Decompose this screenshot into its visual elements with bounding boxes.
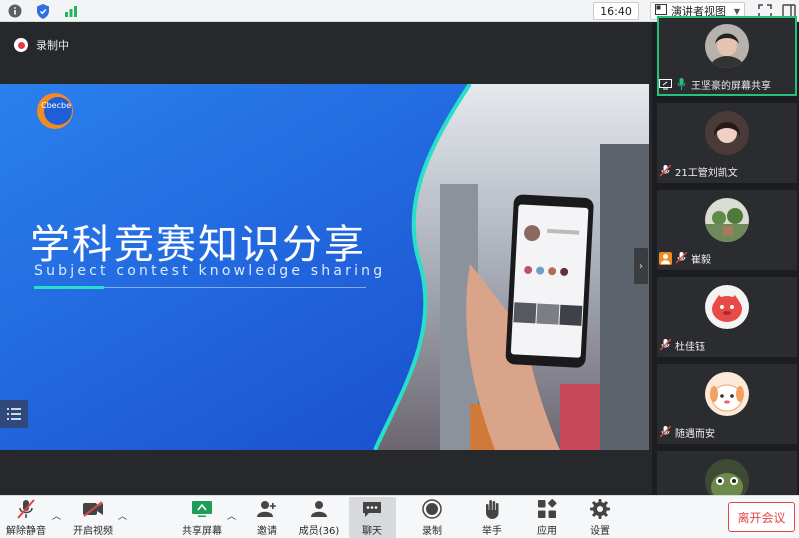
avatar [705,198,749,242]
meeting-toolbar: 解除静音 ︿ 开启视频 ︿ 共享屏幕 ︿ 邀请 成员(36) 聊天 录制 举手 … [0,495,799,538]
slide-title: 学科竞赛知识分享 [30,222,366,268]
shared-screen-area: 录制中 Cbecbe 学科竞赛知识分享 Subject contest know… [0,22,652,495]
participant-tile[interactable] [657,451,797,495]
raise-hand-button[interactable]: 举手 [478,498,506,538]
mic-on-icon [675,78,688,91]
participant-name: 杜佳钰 [675,341,705,353]
chevron-right-icon: › [639,260,643,272]
unmute-label: 解除静音 [6,526,46,537]
participant-tile[interactable]: 21工管刘凯文 [657,103,797,183]
members-label: 成员(36) [298,526,340,537]
chevron-up-icon[interactable]: ︿ [227,509,236,522]
raise-hand-label: 举手 [482,526,502,537]
participant-tile[interactable]: 王坚豪的屏幕共享 [657,16,797,96]
participant-name: 王坚豪的屏幕共享 [691,80,771,92]
slide-list-button[interactable] [0,400,28,428]
members-button[interactable]: 成员(36) [299,498,339,538]
participant-namebar: 21工管刘凯文 [659,163,738,179]
presentation-slide: Cbecbe 学科竞赛知识分享 Subject contest knowledg… [0,84,649,450]
record-dot-icon [14,38,28,52]
participant-name: 21工管刘凯文 [675,167,738,179]
screen-share-icon [659,78,672,91]
mic-muted-icon [14,498,38,520]
slide-subtitle: Subject contest knowledge sharing [34,263,386,279]
shield-icon[interactable] [35,3,51,19]
share-screen-icon [190,498,214,520]
user-icon [659,251,672,265]
start-video-label: 开启视频 [73,526,113,537]
avatar [705,459,749,495]
chevron-down-icon: ▼ [733,6,740,16]
participant-namebar: 崔毅 [659,250,711,266]
avatar [705,372,749,416]
info-icon[interactable] [7,3,23,19]
mic-muted-icon [659,165,672,178]
settings-button[interactable]: 设置 [586,498,614,538]
slide-accent-line [34,286,104,289]
apps-button[interactable]: 应用 [533,498,561,538]
mic-muted-icon [659,426,672,439]
record-icon [420,498,444,520]
record-label: 录制 [422,526,442,537]
start-video-button[interactable]: 开启视频 [70,498,116,538]
meeting-clock: 16:40 [593,2,639,20]
slide-logo-text: Cbecbe [41,101,71,110]
invite-label: 邀请 [257,526,277,537]
share-screen-button[interactable]: 共享屏幕 [180,498,224,538]
avatar [705,111,749,155]
apps-icon [535,498,559,520]
chat-button[interactable]: 聊天 [358,498,386,538]
avatar [705,24,749,68]
participant-tile[interactable]: 随遇而安 [657,364,797,444]
participant-panel: 王坚豪的屏幕共享 21工管刘凯文 崔毅 杜佳钰 随遇而安 [652,16,799,495]
participant-namebar: 王坚豪的屏幕共享 [659,76,771,92]
signal-icon[interactable] [63,3,79,19]
participant-tile[interactable]: 崔毅 [657,190,797,270]
settings-label: 设置 [590,526,610,537]
chevron-up-icon[interactable]: ︿ [52,509,61,522]
list-icon [7,405,21,424]
recording-indicator: 录制中 [14,37,69,53]
participant-tile[interactable]: 杜佳钰 [657,277,797,357]
leave-meeting-button[interactable]: 离开会议 [728,502,795,532]
users-icon [307,498,331,520]
invite-button[interactable]: 邀请 [253,498,281,538]
participant-name: 崔毅 [691,254,711,266]
recording-label: 录制中 [36,39,69,52]
chat-label: 聊天 [362,526,382,537]
participant-name: 随遇而安 [675,428,715,440]
chevron-up-icon[interactable]: ︿ [118,509,127,522]
chat-icon [360,498,384,520]
collapse-panel-button[interactable]: › [634,248,648,284]
participant-namebar: 杜佳钰 [659,337,705,353]
slide-divider-line [104,287,366,288]
record-button[interactable]: 录制 [418,498,446,538]
unmute-button[interactable]: 解除静音 [4,498,48,538]
avatar [705,285,749,329]
gear-icon [588,498,612,520]
add-user-icon [255,498,279,520]
meeting-window: 16:40 演讲者视图 ▼ 录制中 Cbecbe 学科竞赛知识分享 Subjec… [0,0,799,538]
mic-muted-icon [659,339,672,352]
video-off-icon [81,498,105,520]
hand-icon [480,498,504,520]
participant-namebar: 随遇而安 [659,424,715,440]
apps-label: 应用 [537,526,557,537]
share-screen-label: 共享屏幕 [182,526,222,537]
mic-muted-icon [675,252,688,265]
